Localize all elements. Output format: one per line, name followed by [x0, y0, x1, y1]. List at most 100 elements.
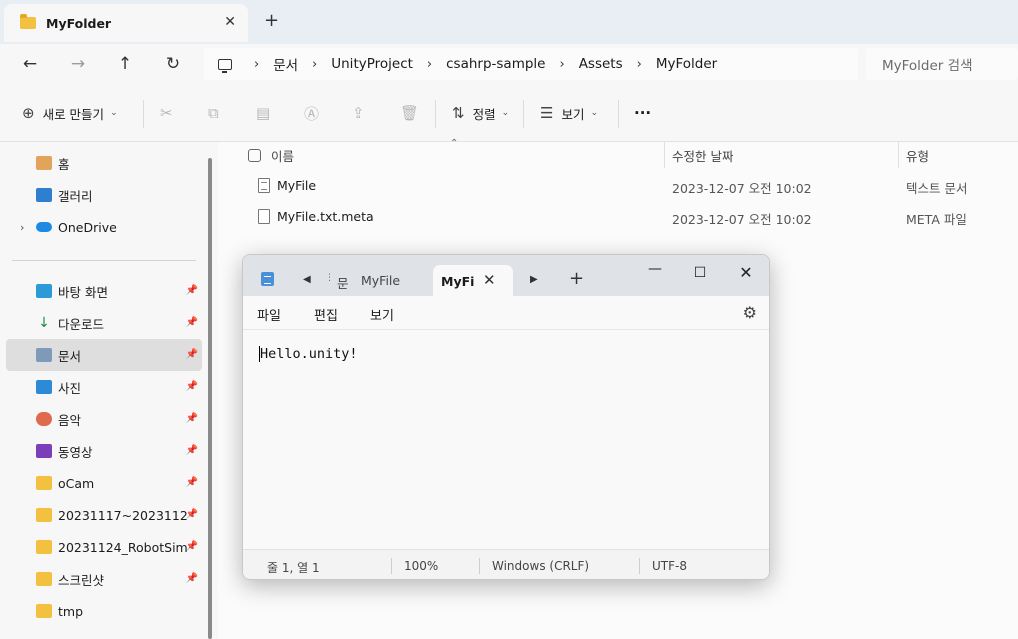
file-modified: 2023-12-07 오전 10:02: [672, 181, 812, 196]
notepad-content: Hello.unity!: [259, 346, 358, 362]
pin-icon[interactable]: 📌: [186, 509, 198, 520]
tab-list-icon[interactable]: ⋮: [325, 273, 334, 283]
column-divider[interactable]: [898, 142, 899, 168]
view-button[interactable]: ☰ 보기 ⌄: [540, 84, 598, 142]
maximize-icon[interactable]: ☐: [688, 261, 712, 285]
documents-icon: [36, 348, 52, 362]
file-row[interactable]: MyFile 2023-12-07 오전 10:02 텍스트 문서: [218, 171, 1018, 201]
rename-button[interactable]: Ⓐ: [304, 84, 327, 142]
column-header-name-label: 이름: [271, 148, 295, 164]
breadcrumb-item[interactable]: Assets: [579, 56, 623, 72]
sidebar-item-videos[interactable]: 동영상 📌: [6, 435, 202, 467]
share-button[interactable]: ⇪: [352, 84, 373, 142]
delete-button[interactable]: 🗑: [400, 84, 427, 142]
pin-icon[interactable]: 📌: [186, 541, 198, 552]
column-header-type[interactable]: 유형: [906, 142, 929, 168]
status-line-ending: Windows (CRLF): [492, 559, 590, 573]
menu-file[interactable]: 파일: [257, 305, 281, 324]
new-button[interactable]: ⊕ 새로 만들기 ⌄: [22, 84, 118, 142]
new-tab-button[interactable]: +: [264, 12, 279, 30]
rename-icon: Ⓐ: [304, 104, 320, 123]
scroll-tabs-right-icon[interactable]: ▶: [530, 274, 538, 285]
notepad-tab-inactive[interactable]: MyFile: [361, 273, 400, 288]
sidebar-scrollbar[interactable]: [208, 158, 212, 639]
minimize-icon[interactable]: —: [643, 257, 667, 281]
pin-icon[interactable]: 📌: [186, 477, 198, 488]
sidebar-item-label: 20231124_RobotSimula: [58, 539, 188, 555]
scroll-tabs-left-icon[interactable]: ◀: [303, 274, 311, 285]
column-header-modified[interactable]: 수정한 날짜: [672, 142, 733, 168]
sidebar-item-home[interactable]: 홈: [6, 147, 202, 179]
pin-icon[interactable]: 📌: [186, 349, 198, 360]
back-arrow-icon[interactable]: ←: [18, 52, 42, 76]
chevron-right-icon[interactable]: ›: [559, 57, 564, 72]
notepad-text-area[interactable]: Hello.unity!: [243, 330, 769, 549]
pin-icon[interactable]: 📌: [186, 285, 198, 296]
up-arrow-icon[interactable]: ↑: [113, 52, 137, 76]
chevron-right-icon[interactable]: ›: [254, 57, 259, 72]
copy-button[interactable]: ⧉: [208, 84, 227, 142]
sidebar-item-gallery[interactable]: 갤러리: [6, 179, 202, 211]
chevron-right-icon[interactable]: ›: [637, 57, 642, 72]
sidebar-item-onedrive[interactable]: › OneDrive: [6, 211, 202, 243]
search-input[interactable]: MyFolder 검색: [866, 48, 1018, 80]
sidebar-item-screenshots[interactable]: 스크린샷 📌: [6, 563, 202, 595]
more-options-button[interactable]: ···: [634, 84, 651, 142]
notepad-tab-active[interactable]: MyFile ✕: [433, 265, 513, 296]
gallery-icon: [36, 188, 52, 202]
sidebar-item-folder-20231117[interactable]: 20231117~20231120_( 📌: [6, 499, 202, 531]
notepad-status-bar: 줄 1, 열 1 100% Windows (CRLF) UTF-8: [243, 549, 769, 579]
sidebar-item-ocam[interactable]: oCam 📌: [6, 467, 202, 499]
breadcrumb-item[interactable]: MyFolder: [656, 56, 717, 72]
new-tab-button[interactable]: +: [569, 268, 584, 289]
pin-icon[interactable]: 📌: [186, 445, 198, 456]
search-placeholder: MyFolder 검색: [882, 58, 973, 74]
new-button-label: 새로 만들기: [42, 106, 105, 122]
sidebar-item-downloads[interactable]: ↓ 다운로드 📌: [6, 307, 202, 339]
sidebar-item-documents[interactable]: 문서 📌: [6, 339, 202, 371]
forward-arrow-icon[interactable]: →: [66, 52, 90, 76]
menu-edit[interactable]: 편집: [314, 305, 338, 324]
sidebar-item-desktop[interactable]: 바탕 화면 📌: [6, 275, 202, 307]
sort-caret-icon: ⌃: [450, 138, 459, 149]
column-header-name[interactable]: 이름: [248, 142, 294, 168]
notepad-window: ◀ ⋮ 문 MyFile MyFile ✕ ▶ + — ☐ ✕ 파일 편집 보기…: [242, 254, 770, 580]
pin-icon[interactable]: 📌: [186, 381, 198, 392]
column-header-type-label: 유형: [906, 148, 930, 164]
chevron-right-icon[interactable]: ›: [20, 221, 24, 234]
notepad-title-bar[interactable]: ◀ ⋮ 문 MyFile MyFile ✕ ▶ + — ☐ ✕: [243, 255, 769, 296]
breadcrumb-item[interactable]: UnityProject: [331, 56, 413, 72]
share-icon: ⇪: [352, 104, 365, 122]
file-row[interactable]: MyFile.txt.meta 2023-12-07 오전 10:02 META…: [218, 202, 1018, 232]
chevron-right-icon[interactable]: ›: [312, 57, 317, 72]
breadcrumb-item[interactable]: 문서: [273, 54, 298, 74]
text-file-icon: [258, 178, 270, 193]
column-divider[interactable]: [664, 142, 665, 168]
menu-view[interactable]: 보기: [370, 305, 394, 324]
trash-icon: 🗑: [400, 104, 420, 122]
address-bar[interactable]: › 문서 › UnityProject › csahrp-sample › As…: [204, 48, 858, 80]
pin-icon[interactable]: 📌: [186, 317, 198, 328]
gear-icon[interactable]: ⚙: [743, 303, 757, 322]
sidebar-item-tmp[interactable]: tmp: [6, 595, 202, 627]
sidebar-item-pictures[interactable]: 사진 📌: [6, 371, 202, 403]
select-all-checkbox[interactable]: [248, 148, 261, 162]
status-encoding: UTF-8: [652, 559, 687, 573]
paste-button[interactable]: ▤: [256, 84, 278, 142]
close-tab-icon[interactable]: ✕: [483, 271, 496, 289]
cut-button[interactable]: ✂: [160, 84, 181, 142]
breadcrumb-item[interactable]: csahrp-sample: [446, 56, 545, 72]
pin-icon[interactable]: 📌: [186, 413, 198, 424]
sidebar-item-folder-20231124[interactable]: 20231124_RobotSimula 📌: [6, 531, 202, 563]
close-window-icon[interactable]: ✕: [734, 261, 758, 285]
pin-icon[interactable]: 📌: [186, 573, 198, 584]
sort-button[interactable]: ⇅ 정렬 ⌄: [452, 84, 509, 142]
sidebar-item-music[interactable]: 음악 📌: [6, 403, 202, 435]
chevron-right-icon[interactable]: ›: [427, 57, 432, 72]
close-tab-icon[interactable]: ✕: [224, 14, 236, 30]
divider: [143, 100, 144, 128]
explorer-tab[interactable]: MyFolder ✕: [4, 4, 248, 42]
sort-button-label: 정렬: [472, 106, 496, 122]
refresh-icon[interactable]: ↻: [161, 52, 185, 76]
notepad-tab-inactive-prefix[interactable]: 문: [337, 273, 349, 292]
